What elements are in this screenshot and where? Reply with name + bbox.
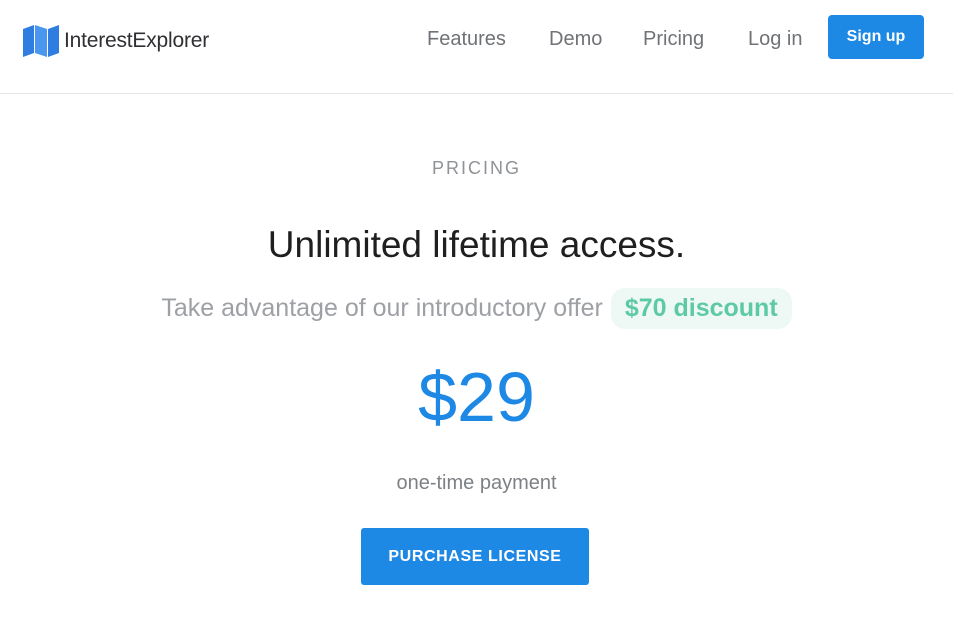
pricing-headline: Unlimited lifetime access. <box>267 224 686 265</box>
signup-button[interactable]: Sign up <box>828 15 924 59</box>
offer-text: Take advantage of our introductory offer <box>161 293 603 322</box>
price-note: one-time payment <box>396 472 557 494</box>
pricing-section: PRICING Unlimited lifetime access. Take … <box>0 95 953 633</box>
section-eyebrow: PRICING <box>431 158 521 178</box>
nav-link-login[interactable]: Log in <box>748 28 803 51</box>
nav-link-features[interactable]: Features <box>427 28 506 51</box>
purchase-license-button[interactable]: PURCHASE LICENSE <box>361 528 589 585</box>
nav-link-demo[interactable]: Demo <box>549 28 602 51</box>
price-amount: $29 <box>418 358 535 436</box>
discount-badge: $70 discount <box>610 287 792 329</box>
top-navbar: InterestExplorer Features Demo Pricing L… <box>0 0 953 94</box>
main-nav: Features Demo Pricing Log in <box>0 22 953 62</box>
offer-line: Take advantage of our introductory offer… <box>0 287 953 329</box>
nav-link-pricing[interactable]: Pricing <box>643 28 704 51</box>
